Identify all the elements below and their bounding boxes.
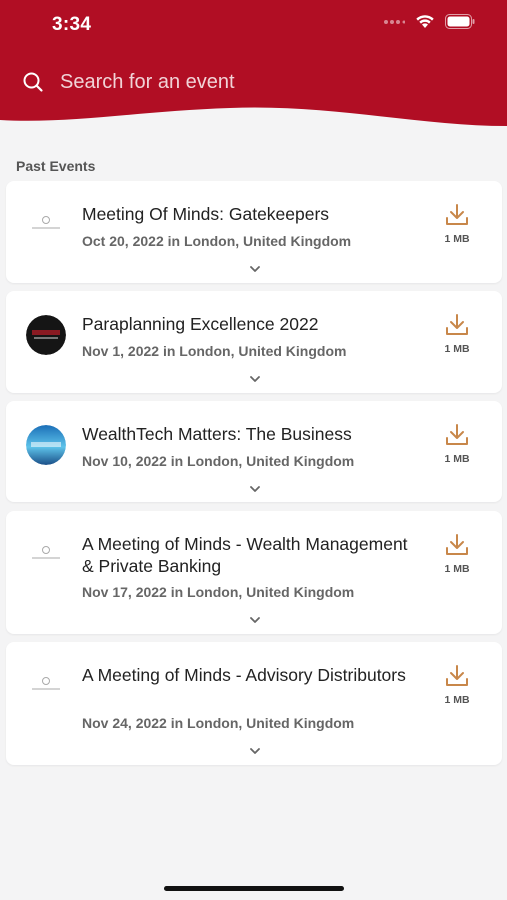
event-meta: Nov 1, 2022 in London, United Kingdom (82, 343, 347, 359)
download-button[interactable]: 1 MB (440, 313, 474, 355)
download-icon (446, 665, 468, 686)
event-meta: Nov 17, 2022 in London, United Kingdom (82, 584, 355, 600)
event-card[interactable]: A Meeting of Minds - Advisory Distributo… (6, 642, 502, 765)
chevron-down-icon[interactable] (248, 265, 262, 273)
chevron-down-icon[interactable] (248, 616, 262, 624)
chevron-down-icon[interactable] (248, 747, 262, 755)
event-title: A Meeting of Minds - Advisory Distributo… (82, 665, 406, 685)
meeting-of-minds-logo (26, 666, 66, 706)
cellular-signal-icon (384, 19, 405, 24)
download-button[interactable]: 1 MB (440, 203, 474, 245)
status-time: 3:34 (52, 14, 92, 35)
download-icon (446, 204, 468, 225)
chevron-down-icon[interactable] (248, 375, 262, 383)
header: 3:34 (0, 0, 507, 140)
home-indicator[interactable] (164, 886, 344, 891)
event-meta: Oct 20, 2022 in London, United Kingdom (82, 233, 352, 249)
section-title: Past Events (16, 158, 96, 174)
event-meta: Nov 10, 2022 in London, United Kingdom (82, 453, 355, 469)
event-card[interactable]: WealthTech Matters: The Business Nov 10,… (6, 401, 502, 502)
wifi-icon (416, 15, 434, 28)
search-bar[interactable] (22, 66, 482, 98)
status-icons (383, 14, 475, 29)
search-input[interactable] (60, 70, 460, 94)
download-icon (446, 424, 468, 445)
chevron-down-icon[interactable] (248, 485, 262, 493)
event-card[interactable]: Paraplanning Excellence 2022 Nov 1, 2022… (6, 291, 502, 393)
file-size: 1 MB (444, 343, 470, 355)
search-icon (23, 72, 43, 92)
file-size: 1 MB (444, 694, 470, 706)
event-card[interactable]: Meeting Of Minds: Gatekeepers Oct 20, 20… (6, 181, 502, 283)
wealthtech-matters-logo (26, 425, 66, 465)
download-button[interactable]: 1 MB (440, 423, 474, 465)
meeting-of-minds-logo (26, 535, 66, 575)
event-title: A Meeting of Minds - Wealth Management &… (82, 534, 408, 576)
file-size: 1 MB (444, 563, 470, 575)
event-meta: Nov 24, 2022 in London, United Kingdom (82, 715, 355, 731)
file-size: 1 MB (444, 233, 470, 245)
download-button[interactable]: 1 MB (440, 664, 474, 706)
download-button[interactable]: 1 MB (440, 533, 474, 575)
event-title: Meeting Of Minds: Gatekeepers (82, 204, 330, 224)
event-title: Paraplanning Excellence 2022 (82, 314, 319, 334)
file-size: 1 MB (444, 453, 470, 465)
events-screen: 3:34 Search for an event Past Events Mee… (0, 0, 507, 900)
download-icon (446, 534, 468, 555)
paraplanning-excellence-logo (26, 315, 66, 355)
event-card[interactable]: A Meeting of Minds - Wealth Management &… (6, 511, 502, 634)
event-title: WealthTech Matters: The Business (82, 424, 352, 444)
meeting-of-minds-logo (26, 205, 66, 245)
download-icon (446, 314, 468, 335)
battery-icon (445, 14, 475, 29)
